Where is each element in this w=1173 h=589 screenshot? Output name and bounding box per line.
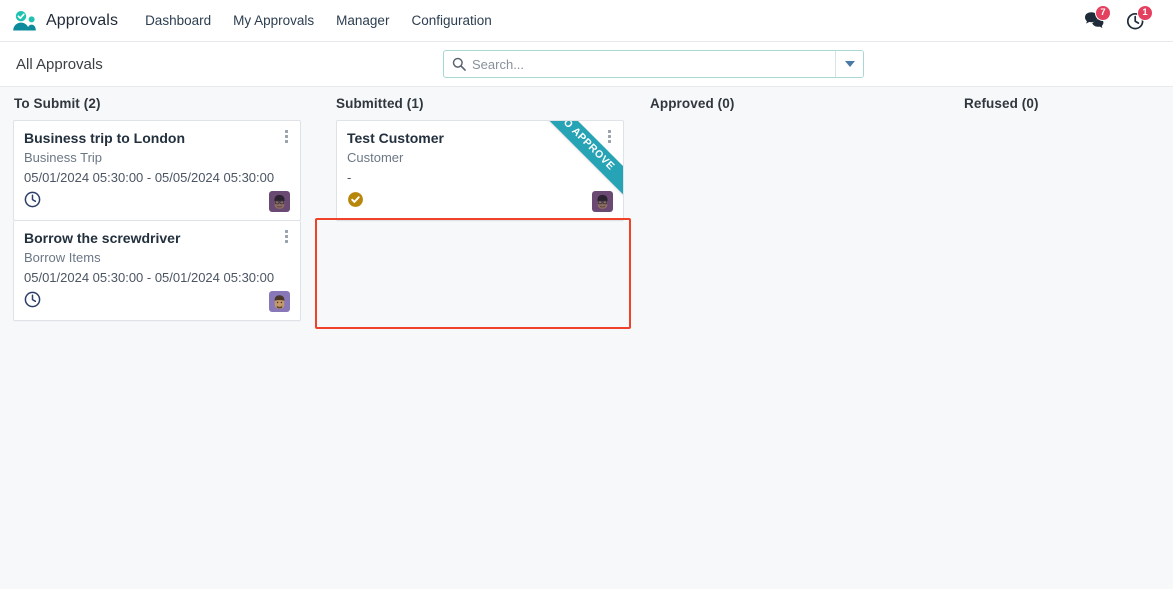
check-circle-icon — [347, 191, 364, 211]
search-dropdown-toggle[interactable] — [835, 51, 863, 77]
kanban-column-to-submit: To Submit (2) Business trip to London Bu… — [0, 87, 314, 322]
approvals-app-icon — [12, 10, 38, 32]
menu-item-configuration[interactable]: Configuration — [400, 0, 502, 41]
column-header-submitted[interactable]: Submitted (1) — [314, 87, 628, 120]
column-body-submitted: TO APPROVE Test Customer Customer - — [314, 120, 628, 222]
search-icon — [444, 51, 470, 77]
column-header-approved[interactable]: Approved (0) — [628, 87, 942, 120]
kanban-card[interactable]: Business trip to London Business Trip 05… — [13, 120, 301, 222]
kanban-column-submitted: Submitted (1) TO APPROVE Test Customer C… — [314, 87, 628, 321]
card-title: Business trip to London — [24, 130, 185, 146]
clock-icon — [24, 291, 41, 311]
menu-item-dashboard[interactable]: Dashboard — [134, 0, 222, 41]
card-dates: 05/01/2024 05:30:00 - 05/05/2024 05:30:0… — [24, 169, 275, 185]
breadcrumb: All Approvals — [16, 55, 103, 73]
card-menu-icon[interactable] — [278, 227, 294, 245]
systray: 7 1 — [1079, 4, 1161, 34]
avatar[interactable] — [592, 190, 613, 212]
avatar[interactable] — [269, 190, 290, 212]
activities-button[interactable]: 1 — [1121, 4, 1153, 34]
avatar[interactable] — [269, 290, 290, 312]
search-input[interactable] — [470, 51, 835, 77]
column-body-to-submit: Business trip to London Business Trip 05… — [0, 120, 314, 322]
menu-item-my-approvals[interactable]: My Approvals — [222, 0, 325, 41]
card-footer — [347, 190, 613, 212]
card-footer — [24, 190, 290, 212]
card-menu-icon[interactable] — [601, 127, 617, 145]
card-footer — [24, 290, 290, 312]
kanban-view: To Submit (2) Business trip to London Bu… — [0, 87, 1173, 585]
card-category: Borrow Items — [24, 250, 101, 266]
kanban-card[interactable]: Borrow the screwdriver Borrow Items 05/0… — [13, 221, 301, 322]
app-brand[interactable]: Approvals — [8, 0, 128, 41]
search-view[interactable] — [443, 50, 864, 78]
card-title: Borrow the screwdriver — [24, 230, 181, 247]
column-header-to-submit[interactable]: To Submit (2) — [0, 87, 314, 120]
activities-badge: 1 — [1137, 4, 1153, 21]
app-brand-label: Approvals — [46, 11, 119, 29]
kanban-column-refused: Refused (0) — [942, 87, 1173, 321]
clock-icon — [24, 191, 41, 211]
main-menu: Dashboard My Approvals Manager Configura… — [134, 0, 503, 41]
kanban-column-approved: Approved (0) — [628, 87, 942, 321]
card-category: Business Trip — [24, 149, 103, 165]
column-header-refused[interactable]: Refused (0) — [942, 87, 1173, 120]
menu-item-manager[interactable]: Manager — [325, 0, 400, 41]
chevron-down-icon — [844, 61, 855, 67]
card-dates: 05/01/2024 05:30:00 - 05/01/2024 05:30:0… — [24, 269, 275, 285]
card-dates: - — [347, 169, 352, 185]
messages-button[interactable]: 7 — [1079, 4, 1111, 34]
messages-badge: 7 — [1095, 4, 1111, 21]
card-category: Customer — [347, 149, 404, 165]
top-navbar: Approvals Dashboard My Approvals Manager… — [0, 0, 1173, 42]
kanban-card[interactable]: TO APPROVE Test Customer Customer - — [336, 120, 624, 222]
card-menu-icon[interactable] — [278, 127, 294, 145]
